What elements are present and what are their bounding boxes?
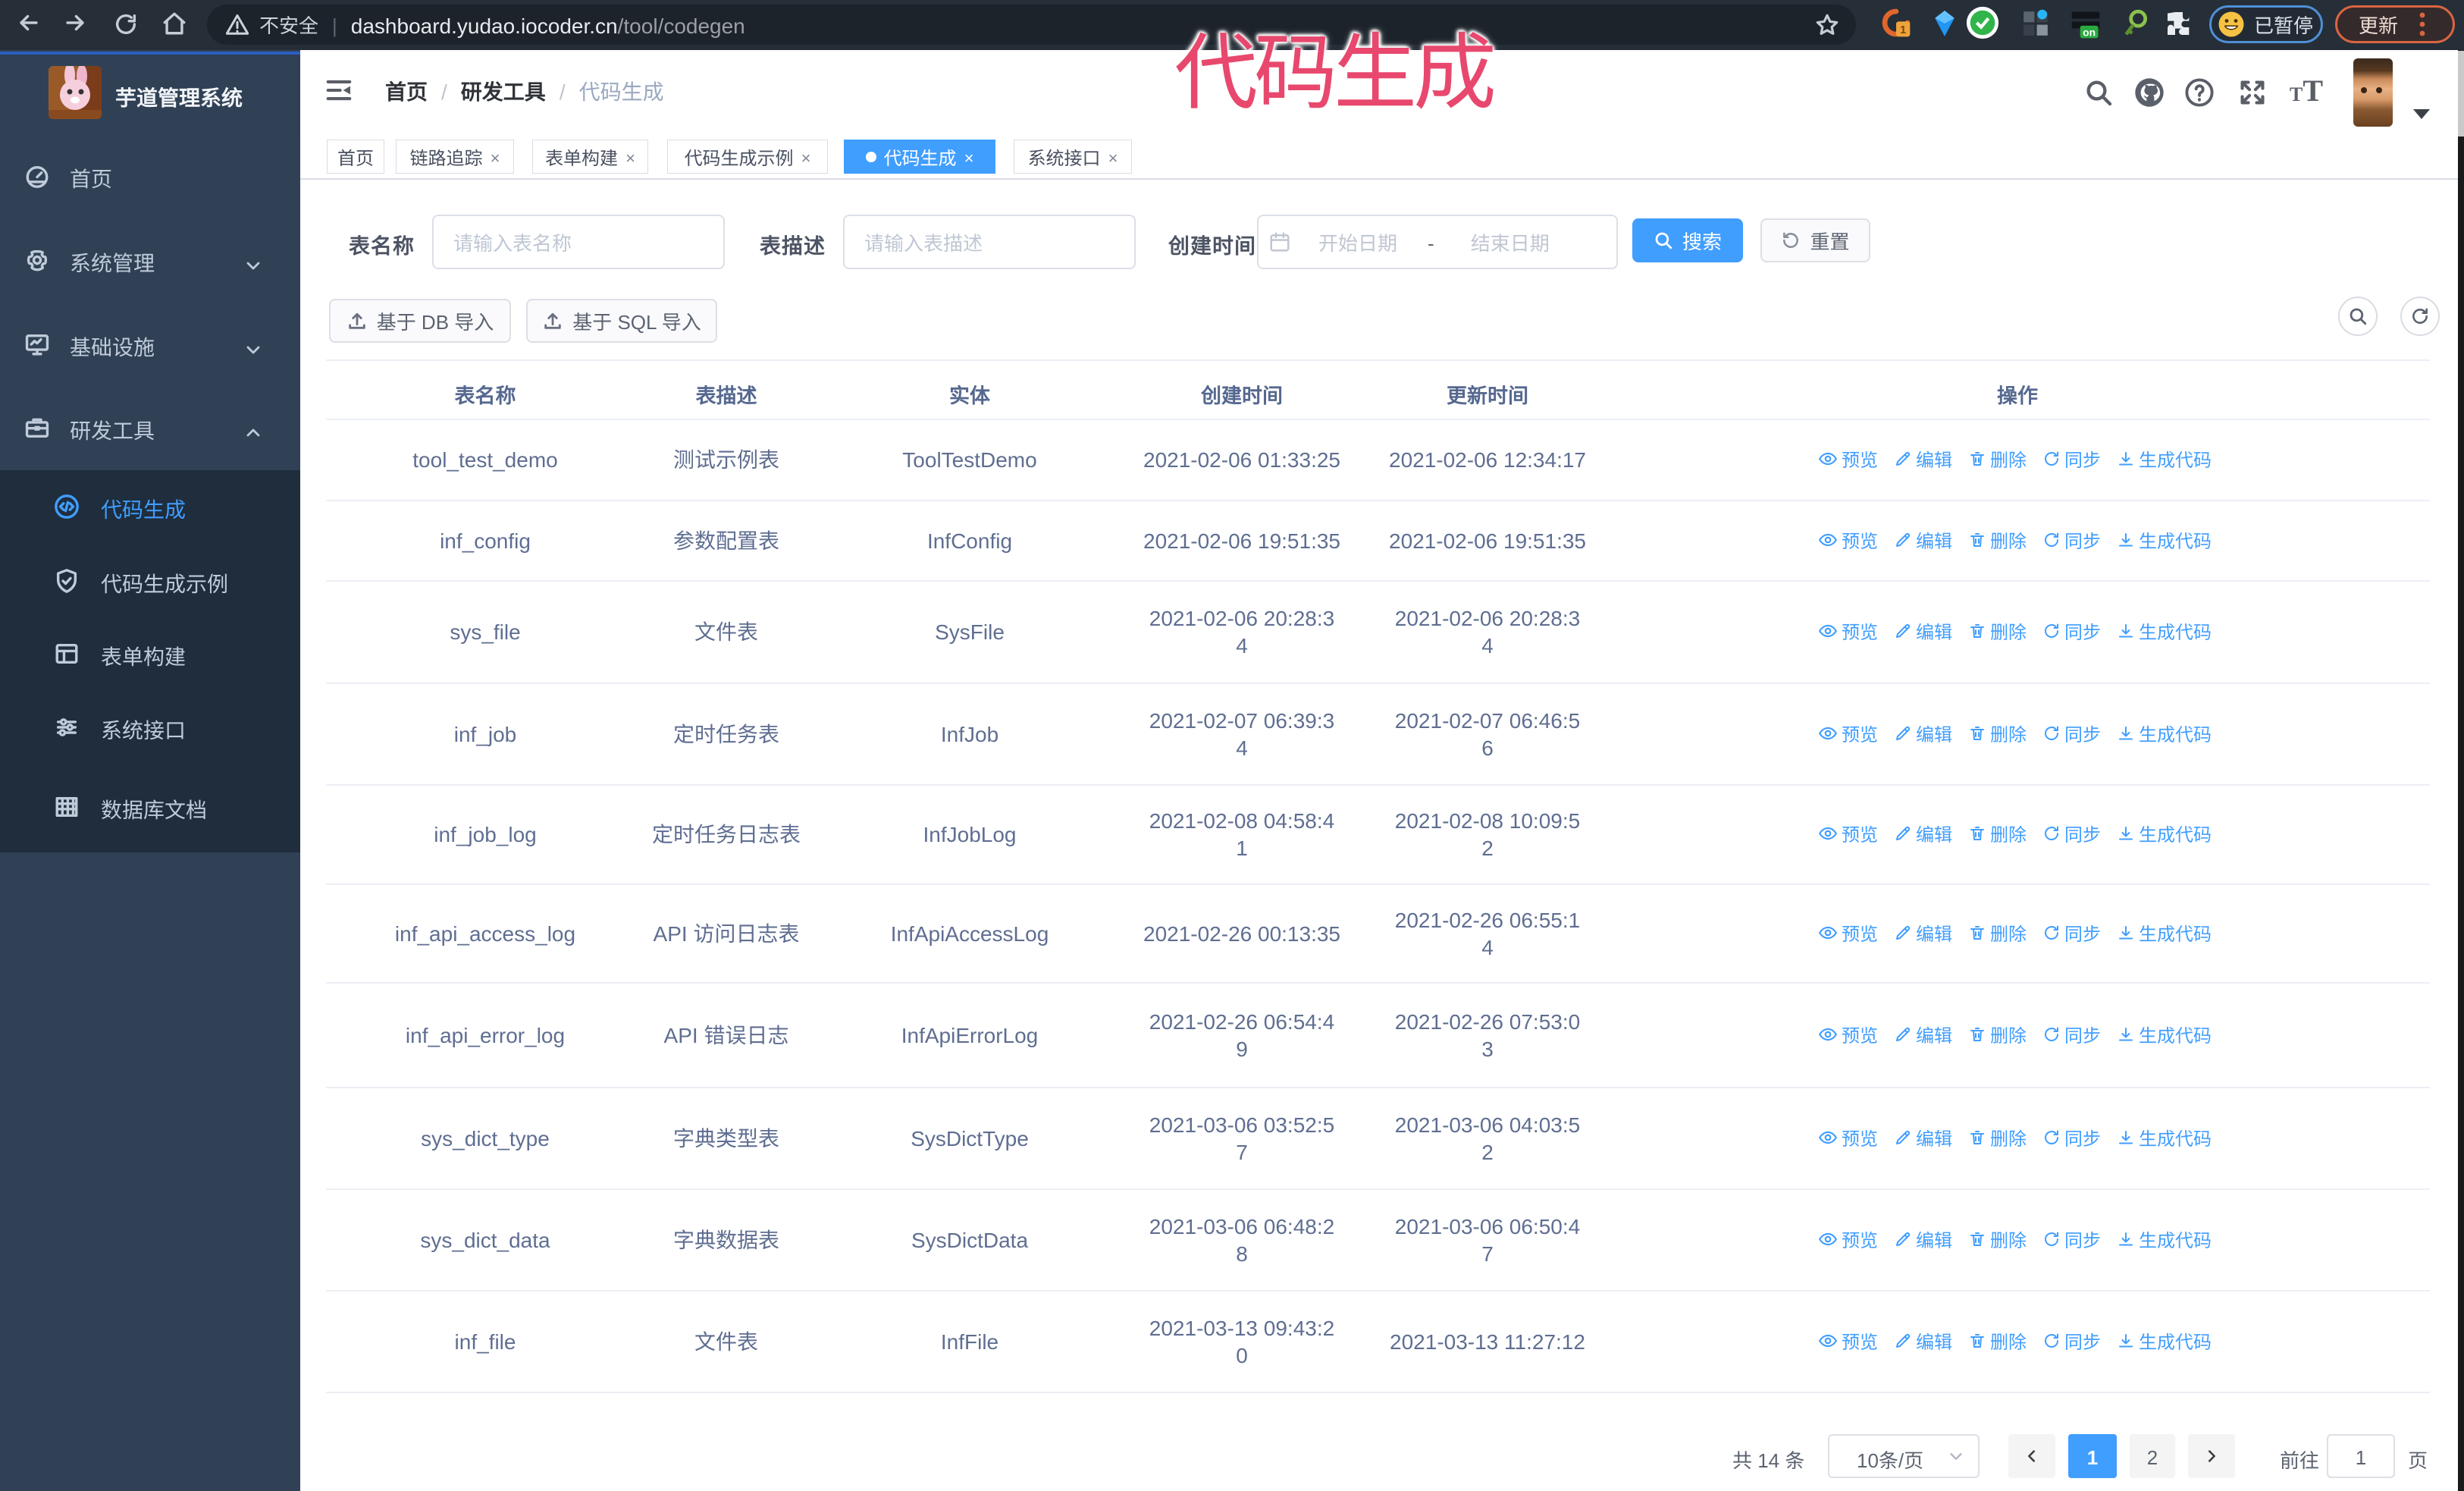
svg-text:1: 1 [1900, 21, 1906, 37]
svg-text:on: on [2083, 24, 2096, 39]
